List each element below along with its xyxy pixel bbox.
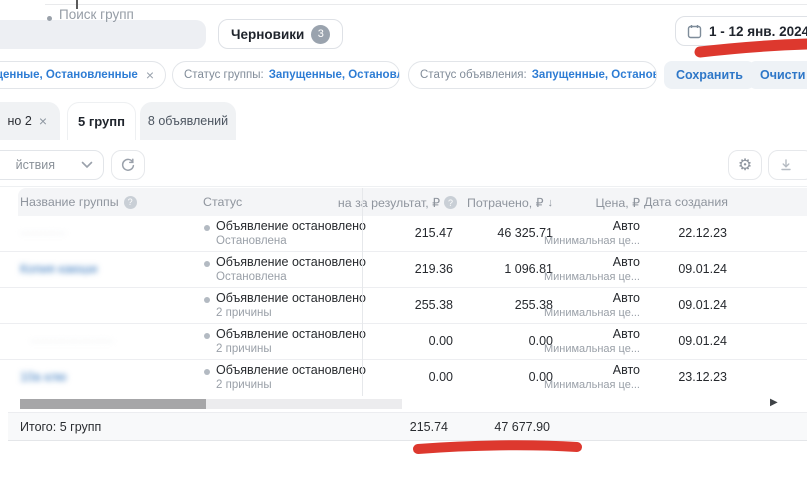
gear-icon: ⚙ — [738, 155, 752, 175]
column-header-name[interactable]: Название группы ? — [20, 195, 137, 209]
table-row[interactable]: 10а клю Объявление остановлено 2 причины… — [0, 360, 807, 396]
price-subtext: Минимальная це... — [520, 343, 640, 355]
search-placeholder: Поиск групп — [59, 7, 134, 22]
status-subtext: 2 причины — [216, 307, 272, 319]
chip-label: Статус группы: — [184, 69, 264, 81]
actions-label: йствия — [16, 158, 55, 172]
chip-value: Запущенные, Остановленные — [532, 69, 657, 81]
calendar-icon — [687, 24, 702, 39]
group-name-link[interactable]: Копия каюши — [20, 262, 97, 276]
help-icon[interactable]: ? — [124, 196, 137, 209]
chip-value: пущенные, Остановленные — [0, 69, 138, 81]
table-settings-button[interactable]: ⚙ — [728, 150, 762, 180]
status-subtext: 2 причины — [216, 343, 272, 355]
created-date: 09.01.24 — [627, 298, 727, 312]
status-dot-icon — [204, 297, 210, 303]
filter-chip-status[interactable]: пущенные, Остановленные × — [0, 61, 166, 89]
tab-close-icon[interactable]: × — [39, 113, 47, 129]
export-button[interactable] — [768, 150, 807, 180]
created-date: 23.12.23 — [627, 370, 727, 384]
red-marker-totals-annotation — [410, 439, 585, 459]
status-dot-icon — [204, 261, 210, 267]
price-value: Авто — [520, 291, 640, 305]
status-dot-icon — [204, 333, 210, 339]
table-row[interactable]: Копия каюши Объявление остановлено Остан… — [0, 252, 807, 288]
chip-label: Статус объявления: — [420, 69, 527, 81]
table-row[interactable]: ···················· Объявление остановл… — [0, 324, 807, 360]
price-value: Авто — [520, 363, 640, 377]
group-name-link[interactable]: ···················· — [30, 334, 113, 348]
created-date: 22.12.23 — [627, 226, 727, 240]
group-name-link[interactable]: 10а клю — [20, 370, 67, 384]
horizontal-scrollbar[interactable] — [20, 399, 402, 409]
column-header-created[interactable]: Дата создания — [628, 195, 728, 209]
status-dot-icon — [204, 369, 210, 375]
price-subtext: Минимальная це... — [520, 307, 640, 319]
ads-manager-screen: Поиск групп Черновики 3 1 - 12 янв. 2024… — [0, 0, 807, 487]
top-divider — [45, 4, 807, 5]
tab-label: но 2 — [8, 114, 32, 128]
date-range-value: 1 - 12 янв. 2024 — [709, 24, 807, 39]
column-label: на за результат, ₽ — [338, 195, 440, 210]
price-value: Авто — [520, 219, 640, 233]
column-header-spent[interactable]: Потрачено, ₽ ↓ — [430, 195, 553, 210]
frozen-column-divider — [362, 188, 363, 396]
column-label: Дата создания — [644, 195, 728, 209]
tab-ads[interactable]: 8 объявлений — [140, 102, 236, 140]
filter-chip-ad-status[interactable]: Статус объявления: Запущенные, Остановле… — [408, 61, 657, 89]
price-value: Авто — [520, 255, 640, 269]
drafts-button[interactable]: Черновики 3 — [218, 19, 343, 49]
clear-filters-button[interactable]: Очисти — [748, 61, 807, 89]
refresh-icon — [120, 157, 136, 173]
group-name-link[interactable]: ··········· — [20, 226, 66, 240]
status-subtext: 2 причины — [216, 379, 272, 391]
search-input[interactable] — [0, 20, 206, 49]
sort-desc-icon[interactable]: ↓ — [548, 197, 554, 209]
status-subtext: Остановлена — [216, 271, 287, 283]
scroll-right-icon[interactable]: ▶ — [770, 397, 778, 408]
status-subtext: Остановлена — [216, 235, 287, 247]
tab-groups[interactable]: 5 групп — [67, 102, 136, 140]
column-label: Название группы — [20, 195, 119, 209]
tab-selected-items[interactable]: но 2 × — [0, 102, 60, 140]
save-filters-button[interactable]: Сохранить — [664, 61, 755, 89]
chip-close-icon[interactable]: × — [146, 67, 154, 83]
search-icon — [47, 16, 52, 21]
table-row[interactable]: ··········· Объявление остановлено Остан… — [0, 216, 807, 252]
column-label: Потрачено, ₽ — [467, 195, 544, 210]
date-range-picker[interactable]: 1 - 12 янв. 2024 — [675, 16, 807, 46]
chevron-down-icon — [81, 161, 93, 169]
drafts-count-badge: 3 — [311, 25, 330, 44]
chip-value: Запущенные, Остановленные — [269, 69, 400, 81]
refresh-button[interactable] — [111, 150, 145, 180]
created-date: 09.01.24 — [627, 334, 727, 348]
price-subtext: Минимальная це... — [520, 235, 640, 247]
toolbar-divider — [0, 186, 807, 187]
table-row[interactable]: Объявление остановлено 2 причины 255.38 … — [0, 288, 807, 324]
price-subtext: Минимальная це... — [520, 271, 640, 283]
filter-chip-group-status[interactable]: Статус группы: Запущенные, Остановленные… — [172, 61, 400, 89]
download-icon — [779, 158, 793, 172]
drafts-label: Черновики — [231, 27, 304, 42]
scrollbar-thumb[interactable] — [20, 399, 206, 409]
column-header-status[interactable]: Статус — [203, 195, 242, 209]
price-subtext: Минимальная це... — [520, 379, 640, 391]
status-dot-icon — [204, 225, 210, 231]
totals-label: Итого: 5 групп — [20, 420, 101, 434]
actions-dropdown[interactable]: йствия — [0, 150, 104, 180]
total-spent: 47 677.90 — [430, 420, 550, 434]
created-date: 09.01.24 — [627, 262, 727, 276]
price-value: Авто — [520, 327, 640, 341]
